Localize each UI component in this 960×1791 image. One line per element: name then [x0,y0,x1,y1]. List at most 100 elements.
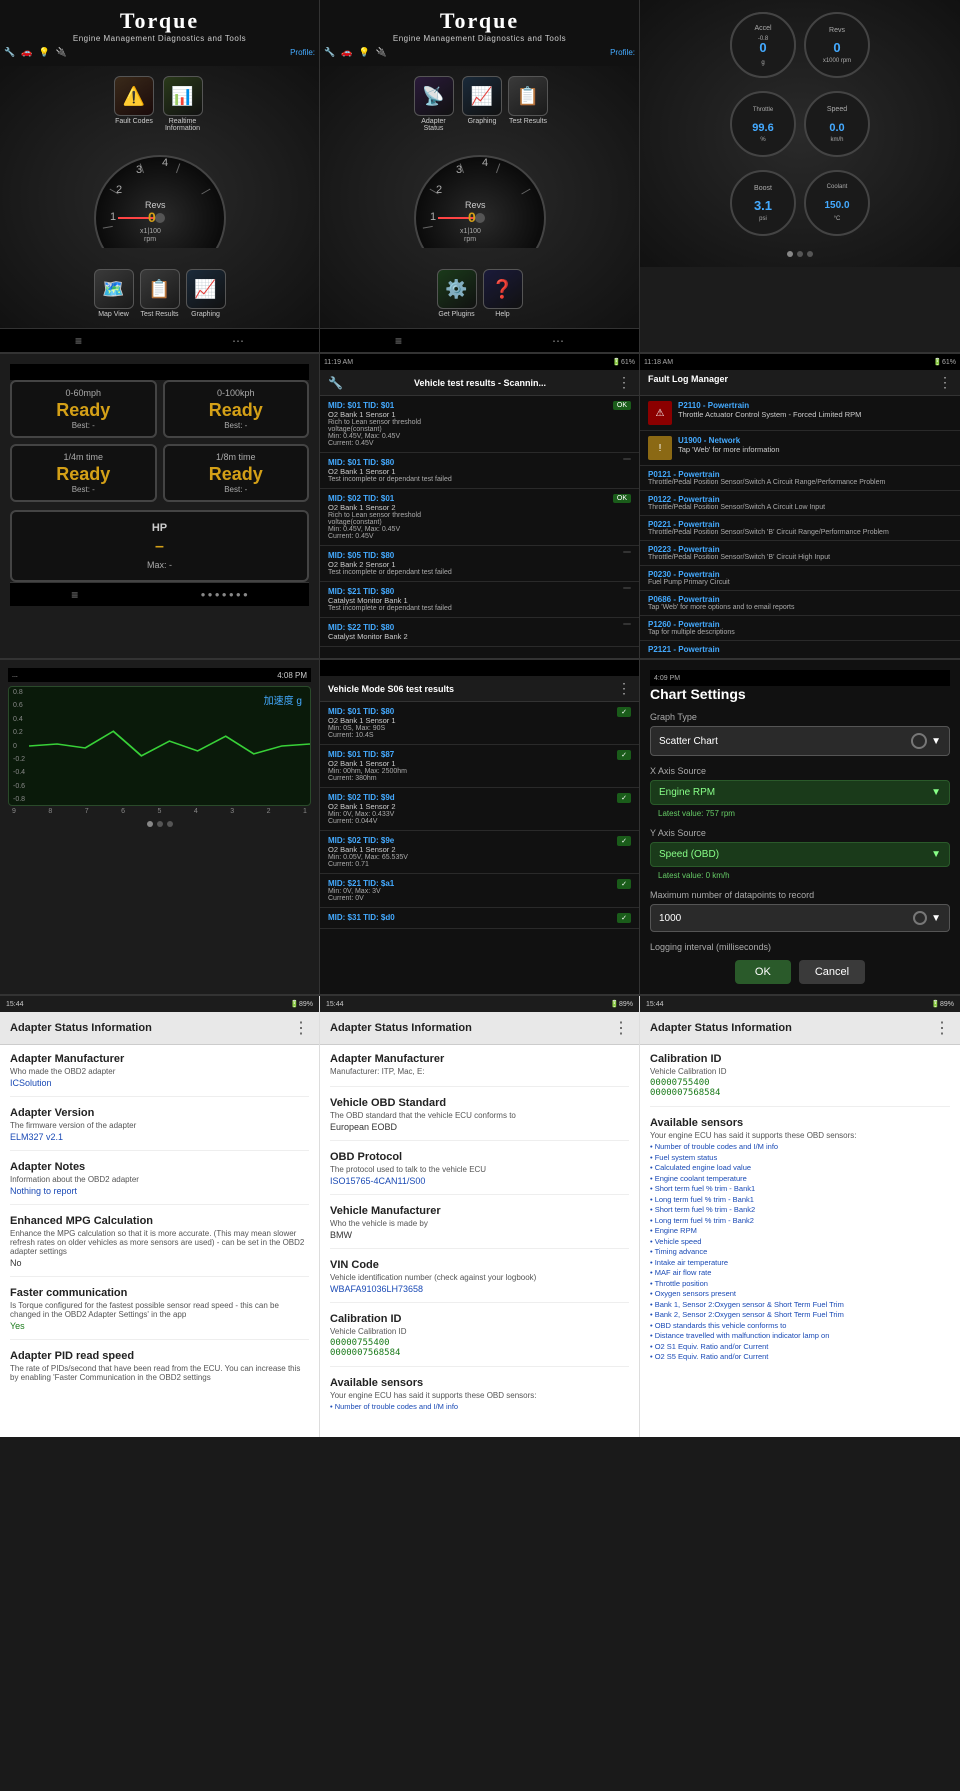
adapter-obd-standard-value: European EOBD [330,1122,629,1132]
adapter-sensors-desc-2: Your engine ECU has said it supports the… [330,1391,629,1400]
test-results-icon: 📋 [140,269,180,309]
tachometer-container-2: 1 2 3 4 Revs 0 x1|100 rpm [404,142,556,259]
wrench-icon-2: 🔧 [324,47,335,58]
svg-text:4: 4 [162,157,168,169]
accelerometer-screen: ... 4:08 PM 加速度 g 0.8 0.6 0.4 0.2 0 -0.2… [0,660,320,994]
svg-text:x1|100: x1|100 [460,228,481,235]
fault-item-p2121: P2121 - Powertrain [640,641,960,658]
adapter-status-label: Adapter Status [411,118,456,132]
test-mid-5: MID: $22 TID: $80 [328,623,408,632]
x-axis-dropdown[interactable]: Engine RPM ▼ [650,780,950,805]
adapter-manufacturer-desc: Who made the OBD2 adapter [10,1067,309,1076]
s06-status-ok-3: ✓ [617,836,631,846]
test-mid-0: MID: $01 TID: $01 [328,401,421,410]
hp-label: HP [22,522,297,534]
test-icon: 🔧 [328,376,343,390]
fault-content-p2110: P2110 - Powertrain Throttle Actuator Con… [678,401,952,425]
app-title-1: Torque [4,8,315,34]
s06-menu[interactable]: ⋮ [617,680,631,697]
s06-title: Vehicle Mode S06 test results [328,684,454,694]
test-name-1: O2 Bank 1 Sensor 1 [328,467,452,476]
speed-gauge-svg: Speed 0.0 km/h [802,89,872,159]
perf-status-bar [10,364,309,380]
sensor-12: • MAF air flow rate [650,1268,950,1279]
test-menu-icon[interactable]: ⋮ [617,374,631,391]
accel-gauge: Accel -0.8 0 g [728,10,798,85]
fault-code-p0686: P0686 - Powertrain [648,595,952,604]
torque-header-1: Torque Engine Management Diagnostics and… [0,0,319,66]
menu-fault-codes[interactable]: ⚠️ Fault Codes [114,76,154,132]
s06-mid-4: MID: $21 TID: $a1 [328,879,394,888]
svg-text:km/h: km/h [830,137,843,143]
graph-type-dropdown[interactable]: Scatter Chart ▼ [650,726,950,756]
adapter-mpg-desc: Enhance the MPG calculation so that it i… [10,1229,309,1256]
hp-value: – [22,538,297,556]
menu-realtime[interactable]: 📊 Realtime Information [160,76,205,132]
chart-cancel-button[interactable]: Cancel [799,960,865,984]
adapter-status-bar-2: 15:44 🔋89% [320,996,639,1012]
adapter-calibration-value2-3: 0000007568584 [650,1088,950,1098]
menu-get-plugins[interactable]: ⚙️ Get Plugins [437,269,477,318]
fault-menu-icon[interactable]: ⋮ [938,374,952,391]
speed-gauge: Speed 0.0 km/h [802,89,872,164]
graphing-label: Graphing [191,311,220,318]
fault-status-bar: 11:18 AM 🔋61% [640,354,960,370]
svg-text:0.0: 0.0 [829,122,844,134]
app-title-2: Torque [324,8,635,34]
svg-text:Speed: Speed [827,106,847,113]
adapter-manufacturer-desc-2: Who the vehicle is made by [330,1219,629,1228]
adapter-content-2: Adapter Manufacturer Manufacturer: ITP, … [320,1045,639,1437]
hp-max: Max: - [22,560,297,570]
adapter-battery-1: 🔋89% [290,1000,313,1008]
row4-screens: 15:44 🔋89% Adapter Status Information ⋮ … [0,996,960,1437]
fault-code-p2121: P2121 - Powertrain [648,645,952,654]
adapter-manufacturer-section-2: Vehicle Manufacturer Who the vehicle is … [330,1205,629,1249]
fault-yellow-icon: ! [648,436,672,460]
adapter-manufacturer-title: Adapter Manufacturer [10,1053,309,1065]
fault-code-p0221: P0221 - Powertrain [648,520,952,529]
perf-card-0-100kph: 0-100kph Ready Best: - [163,380,310,438]
menu-graphing[interactable]: 📈 Graphing [186,269,226,318]
fault-detail-p0223: Throttle/Pedal Position Sensor/Switch 'B… [648,554,952,561]
s06-name-0: O2 Bank 1 Sensor 1 [328,716,396,725]
y-axis-dropdown[interactable]: Speed (OBD) ▼ [650,842,950,867]
svg-text:g: g [761,60,764,66]
app-tagline-1: Engine Management Diagnostics and Tools [4,34,315,43]
s06-item-0: MID: $01 TID: $80 O2 Bank 1 Sensor 1 Min… [320,702,639,745]
perf-label-eighth: 1/8m time [171,452,302,462]
menu-test-results[interactable]: 📋 Test Results [140,269,180,318]
chart-status-bar: 4:09 PM [650,670,950,686]
sensor-8: • Engine RPM [650,1226,950,1237]
fault-item-p0121: P0121 - Powertrain Throttle/Pedal Positi… [640,466,960,491]
max-datapoints-input[interactable]: 1000 ▼ [650,904,950,932]
menu-map-view[interactable]: 🗺️ Map View [94,269,134,318]
perf-card-grid: 0-60mph Ready Best: - 0-100kph Ready Bes… [10,380,309,502]
menu-graphing-2[interactable]: 📈 Graphing [462,76,502,132]
fault-detail-p0122: Throttle/Pedal Position Sensor/Switch A … [648,504,952,511]
adapter-status-bar-1: 15:44 🔋89% [0,996,319,1012]
s06-detail-0: Min: 0S, Max: 90SCurrent: 10.4S [328,725,396,739]
bulb-icon-2: 💡 [358,47,369,58]
menu-test-results-2[interactable]: 📋 Test Results [508,76,548,132]
adapter-menu-icon-2[interactable]: ⋮ [613,1018,629,1038]
adapter-menu-icon-1[interactable]: ⋮ [293,1018,309,1038]
svg-text:°C: °C [834,216,841,222]
fault-detail-p0121: Throttle/Pedal Position Sensor/Switch A … [648,479,952,486]
test-item-1: MID: $01 TID: $80 O2 Bank 1 Sensor 1 Tes… [320,453,639,489]
sensor-6: • Short term fuel % trim - Bank2 [650,1205,950,1216]
s06-status-ok-4: ✓ [617,879,631,889]
s06-name-3: O2 Bank 1 Sensor 2 [328,845,408,854]
app-screen-3: Accel -0.8 0 g Revs 0 x1000 rpm [640,0,960,352]
graph-type-value: Scatter Chart [659,736,718,747]
test-results-screen: 11:19 AM 🔋61% 🔧 Vehicle test results - S… [320,354,640,658]
s06-mid-0: MID: $01 TID: $80 [328,707,396,716]
adapter-menu-icon-3[interactable]: ⋮ [934,1018,950,1038]
menu-adapter-status[interactable]: 📡 Adapter Status [411,76,456,132]
chart-ok-button[interactable]: OK [735,960,791,984]
adapter-faster-desc: Is Torque configured for the fastest pos… [10,1301,309,1319]
menu-help[interactable]: ❓ Help [483,269,523,318]
sensor-20: • O2 S5 Equiv. Ratio and/or Current [650,1352,950,1363]
test-title: Vehicle test results - Scannin... [414,378,546,388]
map-label: Map View [98,311,129,318]
app-screen-1: Torque Engine Management Diagnostics and… [0,0,320,352]
